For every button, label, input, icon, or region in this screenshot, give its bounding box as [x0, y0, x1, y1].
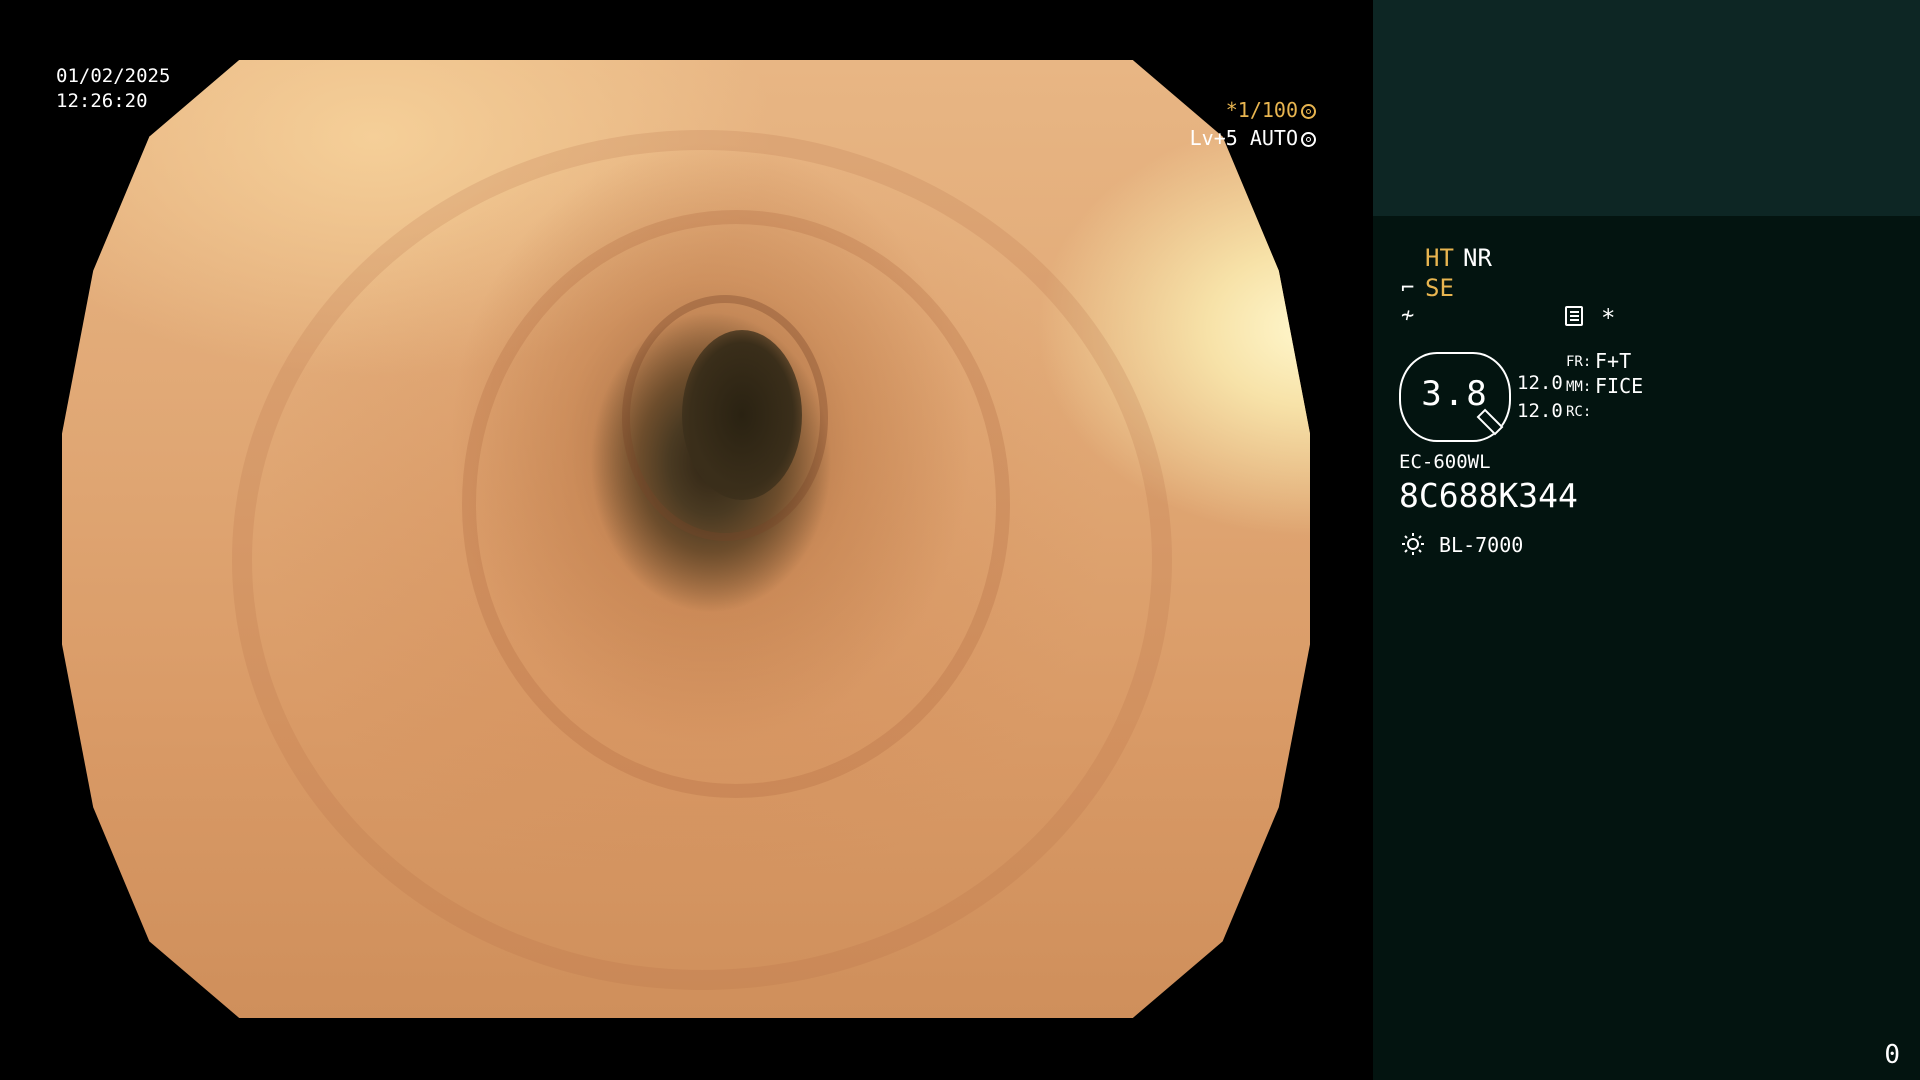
info-panel: HT NR ⌐ SE ≁ * 3.8 12.0 12.0 FR: MM: RC:… [1373, 0, 1920, 1080]
auto-ring-icon [1301, 132, 1316, 147]
se-label: SE [1425, 274, 1454, 302]
mucosal-ring-outer [232, 130, 1172, 990]
scope-model: EC-600WL [1399, 451, 1491, 473]
mm-label: MM: [1566, 379, 1592, 395]
thumbnail-area [1373, 0, 1920, 216]
ht-label: HT [1425, 244, 1454, 272]
menu-icon [1565, 306, 1583, 326]
tilde-hook-icon: ⌐ [1401, 276, 1415, 301]
level-text: Lv+5 AUTO [1189, 126, 1298, 150]
fne-icon: ≁ [1401, 303, 1415, 328]
value-1: 12.0 [1517, 372, 1563, 394]
fr-label: FR: [1566, 354, 1592, 370]
scope-serial: 8C688K344 [1399, 476, 1578, 515]
aperture-icon [1301, 104, 1316, 119]
mucosal-ring-inner [462, 210, 1010, 798]
star-indicator: * [1601, 304, 1616, 332]
date-text: 01/02/2025 [56, 65, 171, 87]
nr-label: NR [1463, 244, 1492, 272]
fr-value: F+T [1595, 349, 1632, 373]
mm-value: FICE [1595, 374, 1644, 398]
lumen-fold [622, 295, 828, 541]
brightness-level: Lv+5 AUTO [1190, 126, 1316, 150]
shutter-text: *1/100 [1225, 98, 1298, 122]
lumen-core [682, 330, 802, 500]
value-2: 12.0 [1517, 400, 1563, 422]
light-source: BL-7000 [1439, 533, 1524, 557]
shutter-speed: *1/100 [1226, 98, 1316, 122]
endoscope-view [62, 60, 1310, 1018]
rc-label: RC: [1566, 404, 1592, 420]
datetime-display: 01/02/2025 12:26:20 [56, 64, 170, 114]
iris-icon: 3.8 [1399, 352, 1511, 442]
time-text: 12:26:20 [56, 90, 148, 112]
sun-icon [1402, 533, 1424, 555]
iris-value: 3.8 [1421, 374, 1489, 414]
image-counter: 0 [1884, 1040, 1900, 1070]
